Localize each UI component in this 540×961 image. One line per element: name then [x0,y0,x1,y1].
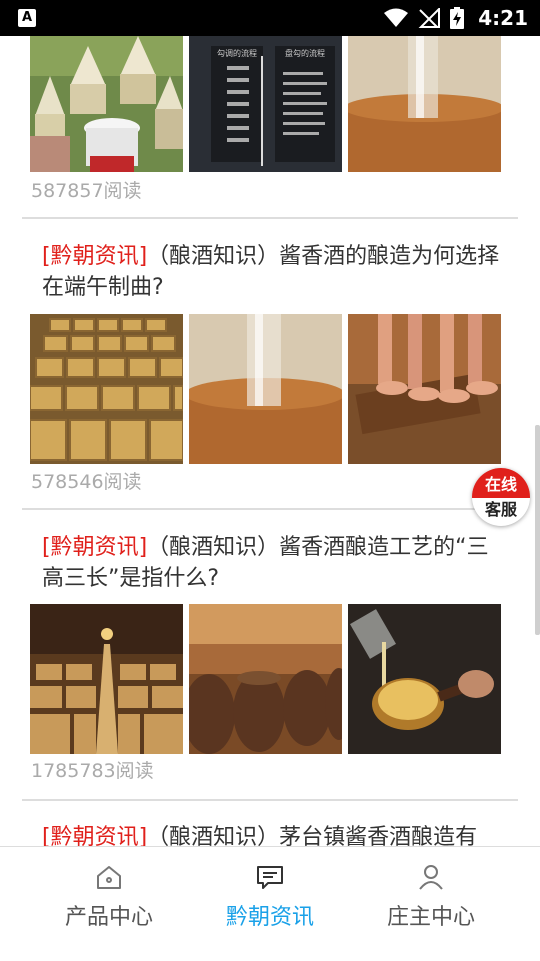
read-count: 1785783阅读 [31,760,154,782]
app-notification-icon: A [18,9,36,27]
article-title[interactable]: [黔朝资讯]（酿酒知识）酱香酒的酿造为何选择在端午制曲? [42,241,502,303]
tab-owner-center[interactable]: 庄主中心 [351,847,511,961]
list-item[interactable]: [黔朝资讯]（酿酒知识）酱香酒酿造工艺的“三高三长”是指什么? 1785783阅… [0,532,540,802]
article-image[interactable] [30,36,183,186]
svg-text:盘勾的流程: 盘勾的流程 [285,48,325,58]
article-image[interactable] [30,604,183,754]
bottom-tab-bar: 产品中心 黔朝资讯 庄主中心 [0,846,540,961]
article-image[interactable] [348,604,501,754]
read-count: 578546阅读 [31,471,142,493]
status-bar: A 4:21 [0,0,540,36]
category-tag: [黔朝资讯] [42,825,148,846]
svg-text:勾调的流程: 勾调的流程 [217,48,257,58]
list-item[interactable]: 勾调的流程 盘勾的流程 587857阅读 [0,36,540,220]
article-image[interactable] [30,314,183,464]
wifi-icon [384,8,409,27]
clock: 4:21 [478,6,528,30]
article-title[interactable]: [黔朝资讯]（酿酒知识）茅台镇酱香酒酿造有 [42,822,502,846]
divider [22,799,518,801]
news-icon [257,866,283,889]
home-icon [97,866,121,889]
list-item[interactable]: [黔朝资讯]（酿酒知识）茅台镇酱香酒酿造有 [0,822,540,846]
article-image[interactable] [348,314,501,464]
battery-charging-icon [450,7,465,29]
tab-label: 产品中心 [64,905,153,930]
scrollbar[interactable] [535,425,540,635]
tab-news[interactable]: 黔朝资讯 [190,847,350,961]
no-signal-icon [418,8,441,28]
article-title-text: （酿酒知识）茅台镇酱香酒酿造有 [147,825,478,846]
news-feed[interactable]: 勾调的流程 盘勾的流程 587857阅读 [黔朝资讯]（酿酒知识）酱香酒的酿造为… [0,36,540,846]
category-tag: [黔朝资讯] [42,535,148,560]
divider [22,217,518,219]
article-image[interactable] [189,314,342,464]
user-icon [419,865,443,890]
category-tag: [黔朝资讯] [42,244,148,269]
article-image[interactable] [189,604,342,754]
article-image[interactable] [348,36,501,186]
online-service-button[interactable]: 在线 客服 [472,468,530,526]
article-image[interactable]: 勾调的流程 盘勾的流程 [189,36,342,186]
tab-label: 庄主中心 [386,905,475,930]
read-count: 587857阅读 [31,180,142,202]
article-title[interactable]: [黔朝资讯]（酿酒知识）酱香酒酿造工艺的“三高三长”是指什么? [42,532,502,594]
divider [22,508,518,510]
tab-products[interactable]: 产品中心 [29,847,189,961]
list-item[interactable]: [黔朝资讯]（酿酒知识）酱香酒的酿造为何选择在端午制曲? 578546阅读 [0,241,540,511]
tab-label: 黔朝资讯 [225,905,314,930]
